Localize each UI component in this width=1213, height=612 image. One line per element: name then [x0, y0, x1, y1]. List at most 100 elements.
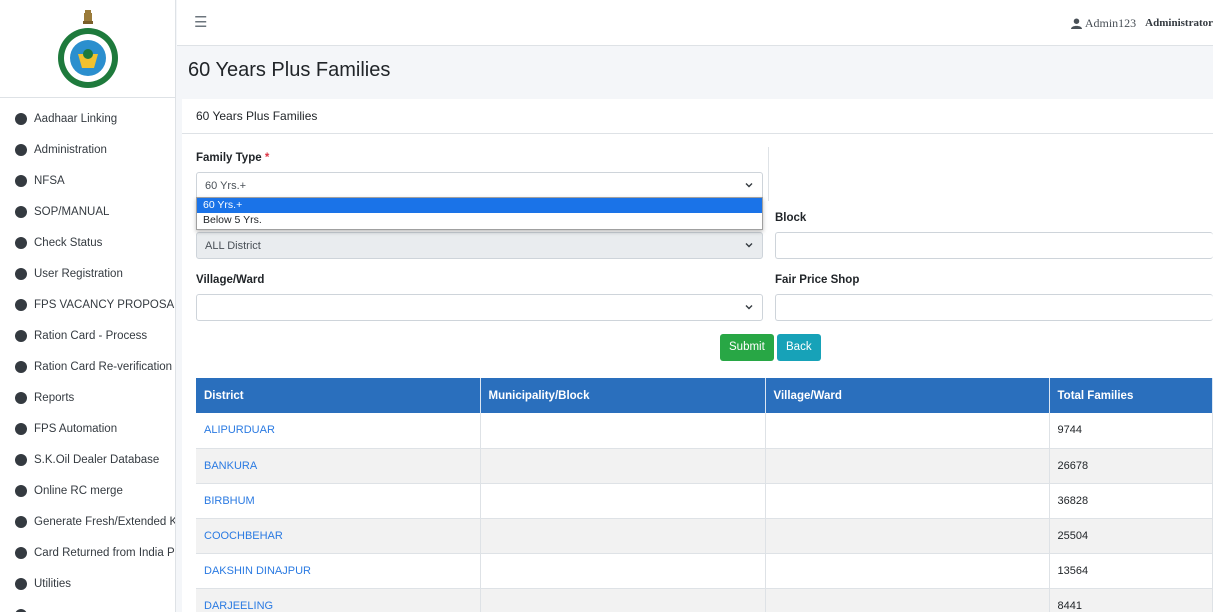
total-families-cell: 8441: [1049, 588, 1213, 612]
village-cell: [765, 553, 1050, 589]
total-families-cell: 25504: [1049, 518, 1213, 554]
logo-area: [0, 0, 175, 98]
sidebar-item-label: Utilities: [34, 577, 72, 590]
circle-icon: [15, 298, 27, 311]
sidebar-item-sop-manual[interactable]: SOP/MANUAL: [0, 196, 175, 227]
option-below-5-yrs[interactable]: Below 5 Yrs.: [197, 213, 762, 228]
option-60-yrs[interactable]: 60 Yrs.+: [197, 198, 762, 213]
sidebar-item-label: Ration Card - Process: [34, 329, 148, 342]
fair-price-shop-label: Fair Price Shop: [775, 274, 860, 286]
sidebar-item-label: NFSA: [34, 174, 65, 187]
circle-icon: [15, 267, 27, 280]
sidebar-item-label: Check Status: [34, 236, 103, 249]
circle-icon: [15, 577, 27, 590]
user-menu[interactable]: Admin123 Administrator: [1070, 0, 1213, 46]
sidebar-item-utilities[interactable]: Utilities: [0, 568, 175, 599]
total-families-cell: 36828: [1049, 483, 1213, 519]
sidebar-item-nfsa[interactable]: NFSA: [0, 165, 175, 196]
hamburger-menu-icon[interactable]: ☰: [194, 13, 207, 31]
circle-icon: [15, 360, 27, 373]
content-header: 60 Years Plus Families: [177, 46, 1213, 99]
sidebar-item-label: Generate Fresh/Extended Kh: [34, 515, 176, 528]
sidebar-item-label: FPS VACANCY PROPOSAL: [34, 298, 176, 311]
table-row: DAKSHIN DINAJPUR 13564: [196, 553, 1213, 589]
sidebar-item-online-rc-merge[interactable]: Online RC merge: [0, 475, 175, 506]
circle-icon: [15, 546, 27, 559]
district-value: ALL District: [205, 240, 261, 252]
user-name: Admin123: [1084, 15, 1137, 30]
circle-icon: [15, 236, 27, 249]
district-link[interactable]: BIRBHUM: [196, 483, 481, 519]
circle-icon: [15, 329, 27, 342]
circle-icon: [15, 608, 27, 612]
sidebar-item-label: Aadhaar Linking: [34, 112, 118, 125]
circle-icon: [15, 422, 27, 435]
circle-icon: [15, 453, 27, 466]
circle-icon: [15, 484, 27, 497]
district-link[interactable]: DAKSHIN DINAJPUR: [196, 553, 481, 589]
sidebar-item-fps-vacancy-proposal[interactable]: FPS VACANCY PROPOSAL: [0, 289, 175, 320]
circle-icon: [15, 205, 27, 218]
village-cell: [765, 483, 1050, 519]
user-icon: [1070, 17, 1082, 29]
fair-price-shop-select[interactable]: [775, 294, 1213, 321]
column-divider: [768, 147, 769, 201]
circle-icon: [15, 391, 27, 404]
required-mark: *: [264, 152, 270, 164]
families-table: District Municipality/Block Village/Ward…: [196, 378, 1213, 612]
sidebar-item-more[interactable]: [0, 599, 175, 612]
chevron-down-icon: [745, 243, 753, 248]
sidebar-item-label: Reports: [34, 391, 75, 404]
sidebar: Aadhaar Linking Administration NFSA SOP/…: [0, 0, 176, 612]
state-emblem-logo: [57, 9, 118, 88]
district-link[interactable]: ALIPURDUAR: [196, 413, 481, 449]
sidebar-item-aadhaar-linking[interactable]: Aadhaar Linking: [0, 103, 175, 134]
family-type-value: 60 Yrs.+: [205, 180, 247, 192]
sidebar-item-administration[interactable]: Administration: [0, 134, 175, 165]
sidebar-item-label: S.K.Oil Dealer Database: [34, 453, 160, 466]
sidebar-item-reports[interactable]: Reports: [0, 382, 175, 413]
district-link[interactable]: COOCHBEHAR: [196, 518, 481, 554]
sidebar-item-ration-card-reverification[interactable]: Ration Card Re-verification: [0, 351, 175, 382]
sidebar-item-sk-oil-dealer-database[interactable]: S.K.Oil Dealer Database: [0, 444, 175, 475]
sidebar-item-label: Card Returned from India Po: [34, 546, 176, 559]
total-families-cell: 13564: [1049, 553, 1213, 589]
column-header-municipality-block[interactable]: Municipality/Block: [480, 378, 766, 413]
block-cell: [480, 413, 766, 449]
submit-button[interactable]: Submit: [720, 334, 774, 361]
village-cell: [765, 518, 1050, 554]
sidebar-item-label: User Registration: [34, 267, 123, 280]
family-type-select[interactable]: 60 Yrs.+: [196, 172, 763, 199]
column-header-village-ward[interactable]: Village/Ward: [765, 378, 1050, 413]
back-button[interactable]: Back: [777, 334, 821, 361]
sidebar-item-user-registration[interactable]: User Registration: [0, 258, 175, 289]
block-select[interactable]: [775, 232, 1213, 259]
village-cell: [765, 448, 1050, 484]
block-cell: [480, 483, 766, 519]
block-cell: [480, 588, 766, 612]
circle-icon: [15, 515, 27, 528]
village-cell: [765, 588, 1050, 612]
circle-icon: [15, 174, 27, 187]
sidebar-item-label: Ration Card Re-verification: [34, 360, 173, 373]
sidebar-item-generate-fresh-extended[interactable]: Generate Fresh/Extended Kh: [0, 506, 175, 537]
sidebar-item-fps-automation[interactable]: FPS Automation: [0, 413, 175, 444]
card-title: 60 Years Plus Families: [182, 99, 1213, 134]
district-select[interactable]: ALL District: [196, 232, 763, 259]
block-cell: [480, 448, 766, 484]
district-link[interactable]: BANKURA: [196, 448, 481, 484]
sidebar-item-ration-card-process[interactable]: Ration Card - Process: [0, 320, 175, 351]
village-ward-select[interactable]: [196, 294, 763, 321]
sidebar-item-check-status[interactable]: Check Status: [0, 227, 175, 258]
block-cell: [480, 518, 766, 554]
sidebar-item-card-returned[interactable]: Card Returned from India Po: [0, 537, 175, 568]
table-row: COOCHBEHAR 25504: [196, 518, 1213, 554]
column-header-district[interactable]: District: [196, 378, 481, 413]
top-navbar: ☰ Admin123 Administrator: [177, 0, 1213, 46]
chevron-down-icon: [745, 183, 753, 188]
sidebar-item-label: FPS Automation: [34, 422, 118, 435]
district-link[interactable]: DARJEELING: [196, 588, 481, 612]
chevron-down-icon: [745, 305, 753, 310]
column-header-total-families[interactable]: Total Families: [1049, 378, 1213, 413]
family-type-label: Family Type *: [196, 152, 269, 164]
